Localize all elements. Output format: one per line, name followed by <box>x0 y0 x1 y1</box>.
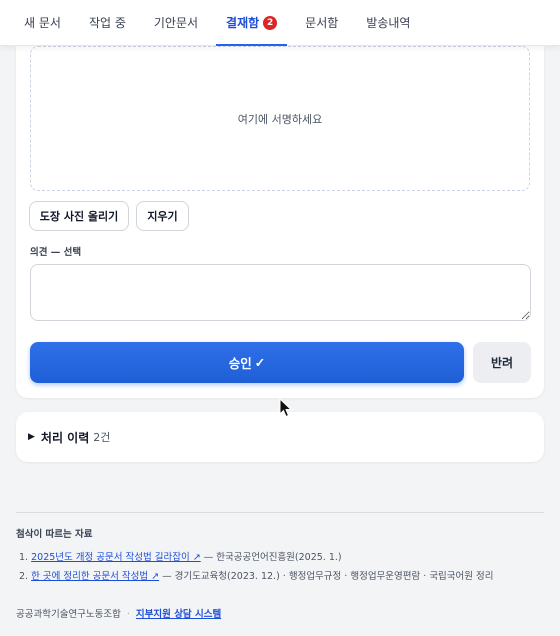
tab-sent-history[interactable]: 발송내역 <box>352 0 424 45</box>
approve-button[interactable]: 승인 ✓ <box>30 342 464 383</box>
signature-placeholder: 여기에 서명하세요 <box>237 112 323 126</box>
footer-separator: · <box>126 609 130 620</box>
tab-approval-box[interactable]: 결재함 2 <box>212 0 291 46</box>
reference-link[interactable]: 2025년도 개정 공문서 작성법 길라잡이 ↗ <box>31 552 201 563</box>
approve-label: 승인 <box>228 357 252 371</box>
signature-pad[interactable]: 여기에 서명하세요 <box>30 46 530 191</box>
references-title: 첨삭이 따르는 자료 <box>16 529 93 540</box>
reject-button[interactable]: 반려 <box>473 342 531 383</box>
tab-label: 결재함 <box>226 16 260 30</box>
support-system-link[interactable]: 지부지원 상담 시스템 <box>136 609 221 620</box>
reference-number: 2. <box>19 571 29 582</box>
reference-item: 1. 2025년도 개정 공문서 작성법 길라잡이 ↗ — 한국공공언어진흥원(… <box>19 549 342 563</box>
footer-bar: 공공과학기술연구노동조합 · 지부지원 상담 시스템 <box>16 606 221 620</box>
tab-label: 새 문서 <box>24 16 61 30</box>
tab-new-document[interactable]: 새 문서 <box>10 0 75 45</box>
mouse-pointer-icon <box>279 398 293 418</box>
clear-signature-button[interactable]: 지우기 <box>136 201 189 231</box>
count-badge: 2 <box>263 16 278 30</box>
tab-in-progress[interactable]: 작업 중 <box>75 0 140 45</box>
triangle-right-icon: ▶ <box>28 432 35 442</box>
approval-card: 여기에 서명하세요 도장 사진 올리기 지우기 의견 — 선택 승인 ✓ 반려 <box>16 20 544 398</box>
reference-item: 2. 한 곳에 정리한 공문서 작성법 ↗ — 경기도교육청(2023. 12.… <box>19 568 494 582</box>
history-title: 처리 이력 <box>40 430 90 445</box>
tab-drafts[interactable]: 기안문서 <box>140 0 212 45</box>
check-icon: ✓ <box>254 356 266 370</box>
tab-label: 작업 중 <box>88 16 126 30</box>
reference-source: — 한국공공언어진흥원(2025. 1.) <box>200 552 342 563</box>
footer-org: 공공과학기술연구노동조합 <box>16 609 121 620</box>
opinion-field[interactable] <box>30 264 531 321</box>
reference-number: 1. <box>19 552 29 563</box>
history-toggle[interactable]: ▶ 처리 이력 2건 <box>16 412 544 462</box>
upload-stamp-button[interactable]: 도장 사진 올리기 <box>29 201 129 231</box>
tab-label: 문서함 <box>305 16 339 30</box>
history-count: 2건 <box>93 431 111 444</box>
tab-label: 발송내역 <box>366 16 411 30</box>
reference-link[interactable]: 한 곳에 정리한 공문서 작성법 ↗ <box>31 571 159 582</box>
top-tab-bar: 새 문서 작업 중 기안문서 결재함 2 문서함 발송내역 <box>0 0 560 46</box>
footer-divider <box>16 512 544 513</box>
tab-document-box[interactable]: 문서함 <box>291 0 352 45</box>
tab-label: 기안문서 <box>153 16 199 30</box>
opinion-label: 의견 — 선택 <box>30 247 82 258</box>
reference-source: — 경기도교육청(2023. 12.) · 행정업무규정 · 행정업무운영편람 … <box>159 571 494 582</box>
